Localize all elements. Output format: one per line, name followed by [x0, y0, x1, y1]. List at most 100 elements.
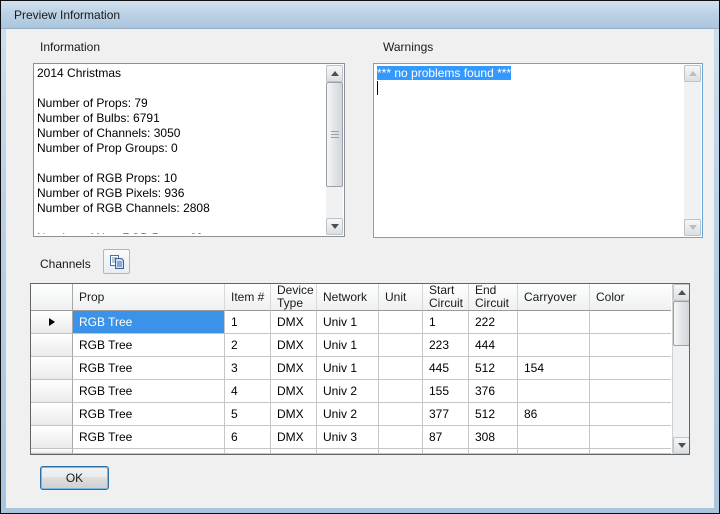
- grid-cell[interactable]: Univ 1: [317, 311, 379, 334]
- grid-cell[interactable]: 308: [469, 426, 518, 449]
- grid-cell[interactable]: [379, 311, 423, 334]
- grid-cell[interactable]: RGB Tree: [73, 380, 225, 403]
- column-header-unit[interactable]: Unit: [379, 284, 423, 311]
- grid-cell[interactable]: RGB Tree: [73, 426, 225, 449]
- grid-cell[interactable]: DMX: [271, 426, 317, 449]
- grid-cell[interactable]: DMX: [271, 380, 317, 403]
- grid-cell[interactable]: [379, 357, 423, 380]
- grid-cell: [225, 449, 271, 454]
- title-bar[interactable]: Preview Information: [1, 1, 719, 29]
- grid-cell[interactable]: 155: [423, 380, 469, 403]
- grid-cell: [73, 449, 225, 454]
- column-header-item[interactable]: Item #: [225, 284, 271, 311]
- grid-cell[interactable]: DMX: [271, 357, 317, 380]
- grid-cell[interactable]: [590, 311, 671, 334]
- information-scrollbar[interactable]: [326, 65, 343, 235]
- scroll-down-icon[interactable]: [673, 437, 690, 454]
- information-label: Information: [40, 40, 100, 54]
- grid-cell[interactable]: [379, 426, 423, 449]
- grid-cell[interactable]: Univ 2: [317, 380, 379, 403]
- table-row: RGB Tree1DMXUniv 11222: [31, 311, 672, 334]
- ok-button[interactable]: OK: [40, 466, 109, 490]
- grid-cell[interactable]: [590, 380, 671, 403]
- grid-cell[interactable]: [590, 403, 671, 426]
- scroll-up-icon: [684, 65, 701, 82]
- grid-cell[interactable]: RGB Tree: [73, 311, 225, 334]
- grid-cell[interactable]: [518, 334, 590, 357]
- grid-cell[interactable]: 1: [423, 311, 469, 334]
- row-header[interactable]: [31, 403, 73, 426]
- column-header-carryover[interactable]: Carryover: [518, 284, 590, 311]
- grid-cell[interactable]: [518, 426, 590, 449]
- column-header-end-circuit[interactable]: End Circuit: [469, 284, 518, 311]
- row-header[interactable]: [31, 357, 73, 380]
- grid-cell[interactable]: 376: [469, 380, 518, 403]
- scroll-up-icon[interactable]: [673, 284, 690, 301]
- copy-channels-button[interactable]: [103, 249, 130, 274]
- grid-cell[interactable]: RGB Tree: [73, 334, 225, 357]
- table-row: RGB Tree6DMXUniv 3 87308: [31, 426, 672, 449]
- grid-scrollbar[interactable]: [672, 284, 689, 454]
- grid-cell[interactable]: 3: [225, 357, 271, 380]
- grid-cell: [271, 449, 317, 454]
- grid-cell[interactable]: [379, 334, 423, 357]
- grid-cell[interactable]: 223: [423, 334, 469, 357]
- row-header[interactable]: [31, 311, 73, 334]
- grid-cell[interactable]: 444: [469, 334, 518, 357]
- scrollbar-thumb[interactable]: [326, 82, 343, 187]
- grid-cell[interactable]: [590, 357, 671, 380]
- grid-cell[interactable]: 377: [423, 403, 469, 426]
- table-row: RGB Tree4DMXUniv 2 155376: [31, 380, 672, 403]
- grid-cell[interactable]: DMX: [271, 334, 317, 357]
- scroll-up-icon[interactable]: [326, 65, 343, 82]
- warnings-label: Warnings: [383, 40, 433, 54]
- scrollbar-thumb[interactable]: [673, 301, 690, 346]
- grid-cell[interactable]: [590, 426, 671, 449]
- grid-cell[interactable]: Univ 1: [317, 357, 379, 380]
- warnings-selected-text: *** no problems found ***: [377, 66, 511, 80]
- grid-cell[interactable]: 222: [469, 311, 518, 334]
- grid-cell[interactable]: 445: [423, 357, 469, 380]
- grid-cell[interactable]: [379, 380, 423, 403]
- column-header-network[interactable]: Network: [317, 284, 379, 311]
- grid-cell[interactable]: 4: [225, 380, 271, 403]
- grid-cell[interactable]: 512: [469, 403, 518, 426]
- grid-cell[interactable]: 154: [518, 357, 590, 380]
- grid-cell[interactable]: 87: [423, 426, 469, 449]
- column-header-prop[interactable]: Prop: [73, 284, 225, 311]
- grid-cell[interactable]: DMX: [271, 403, 317, 426]
- grid-cell[interactable]: Univ 2: [317, 403, 379, 426]
- column-header-device-type[interactable]: Device Type: [271, 284, 317, 311]
- grid-header-row: PropItem #Device TypeNetworkUnitStart Ci…: [31, 284, 672, 311]
- column-header-start-circuit[interactable]: Start Circuit: [423, 284, 469, 311]
- row-header[interactable]: [31, 380, 73, 403]
- row-header[interactable]: [31, 426, 73, 449]
- information-textbox[interactable]: 2014 Christmas Number of Props: 79 Numbe…: [33, 63, 345, 237]
- warnings-textbox[interactable]: *** no problems found ***: [373, 63, 703, 238]
- grid-cell[interactable]: DMX: [271, 311, 317, 334]
- grid-cell[interactable]: 5: [225, 403, 271, 426]
- text-caret: [377, 81, 378, 95]
- grid-cell[interactable]: RGB Tree: [73, 403, 225, 426]
- grid-cell[interactable]: 2: [225, 334, 271, 357]
- column-header-color[interactable]: Color: [590, 284, 671, 311]
- grid-cell[interactable]: RGB Tree: [73, 357, 225, 380]
- channels-grid[interactable]: PropItem #Device TypeNetworkUnitStart Ci…: [30, 283, 690, 455]
- grid-cell[interactable]: 6: [225, 426, 271, 449]
- grid-cell[interactable]: [590, 334, 671, 357]
- grid-cell[interactable]: Univ 1: [317, 334, 379, 357]
- grid-cell[interactable]: [518, 311, 590, 334]
- row-header[interactable]: [31, 334, 73, 357]
- grid-cell[interactable]: 1: [225, 311, 271, 334]
- dialog-body: Information 2014 Christmas Number of Pro…: [6, 29, 714, 508]
- grid-cell[interactable]: 86: [518, 403, 590, 426]
- information-text: 2014 Christmas Number of Props: 79 Numbe…: [37, 66, 324, 234]
- window-title: Preview Information: [14, 8, 120, 22]
- grid-cell[interactable]: [379, 403, 423, 426]
- grid-cell[interactable]: Univ 3: [317, 426, 379, 449]
- table-row: RGB Tree5DMXUniv 2 37751286: [31, 403, 672, 426]
- grid-cell: [590, 449, 671, 454]
- scroll-down-icon[interactable]: [326, 218, 343, 235]
- grid-cell[interactable]: 512: [469, 357, 518, 380]
- grid-cell[interactable]: [518, 380, 590, 403]
